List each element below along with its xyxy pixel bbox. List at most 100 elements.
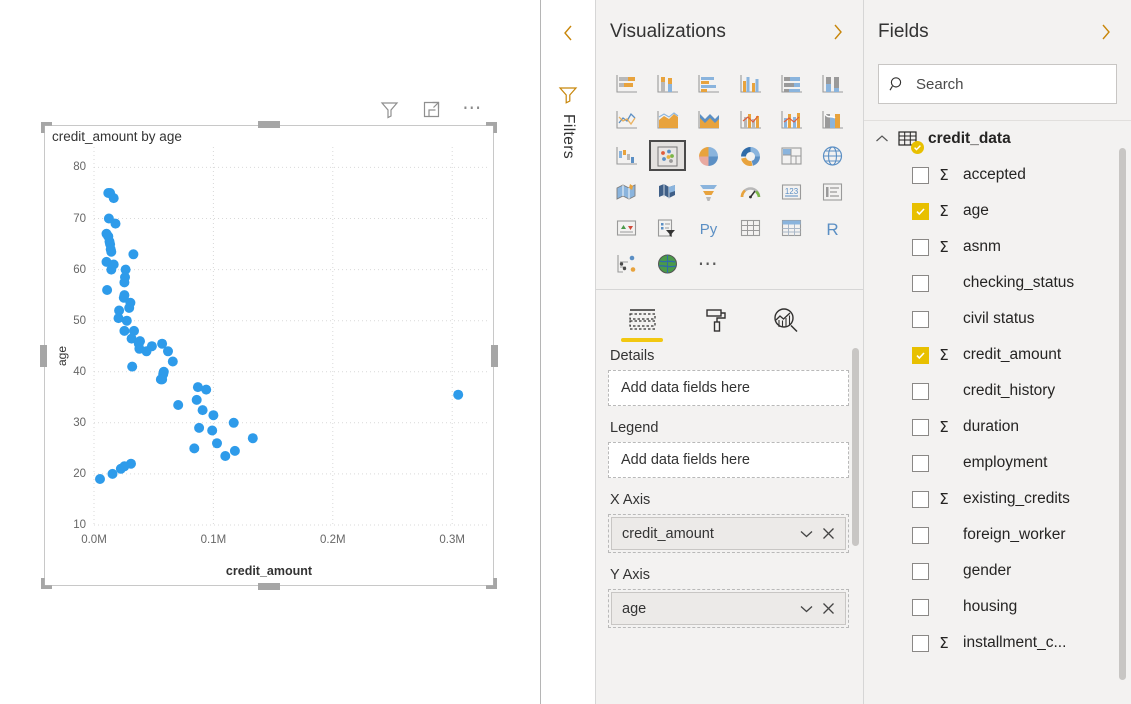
field-row-credit_history[interactable]: credit_history — [864, 373, 1131, 409]
fields-table-credit_data[interactable]: credit_data — [864, 121, 1131, 157]
r-script-visual-icon[interactable]: R — [814, 212, 851, 243]
field-checkbox[interactable] — [912, 562, 929, 580]
stacked-area-chart-icon[interactable] — [690, 104, 727, 135]
well-field-chip-age[interactable]: age — [611, 592, 846, 625]
resize-handle-left[interactable] — [40, 344, 47, 367]
field-row-duration[interactable]: Σduration — [864, 409, 1131, 445]
more-visuals-icon[interactable]: ⋯ — [690, 248, 727, 279]
gauge-chart-icon[interactable] — [732, 176, 769, 207]
more-options-icon[interactable]: ⋯ — [462, 98, 484, 120]
field-checkbox[interactable] — [912, 454, 929, 472]
well-tab-format[interactable] — [692, 305, 736, 342]
remove-field-icon[interactable] — [817, 598, 839, 620]
field-row-installment_c[interactable]: Σinstallment_c... — [864, 625, 1131, 661]
field-checkbox[interactable] — [912, 346, 929, 364]
chevron-right-icon[interactable] — [827, 21, 849, 43]
donut-chart-icon[interactable] — [732, 140, 769, 171]
visualizations-scrollbar[interactable] — [852, 348, 859, 546]
field-checkbox[interactable] — [912, 310, 929, 328]
chevron-down-icon[interactable] — [795, 598, 817, 620]
field-well-tabs[interactable] — [596, 290, 863, 342]
resize-handle-right[interactable] — [491, 344, 498, 367]
filter-icon[interactable] — [378, 98, 400, 120]
field-row-employment[interactable]: employment — [864, 445, 1131, 481]
field-checkbox[interactable] — [912, 418, 929, 436]
pie-chart-icon[interactable] — [690, 140, 727, 171]
remove-field-icon[interactable] — [817, 523, 839, 545]
field-row-foreign_worker[interactable]: foreign_worker — [864, 517, 1131, 553]
scatter-chart-icon[interactable] — [649, 140, 687, 171]
visual-type-gallery[interactable]: 123 Py R ⋯ — [596, 64, 863, 285]
field-checkbox[interactable] — [912, 166, 929, 184]
fields-scrollbar[interactable] — [1119, 148, 1126, 680]
python-visual-icon[interactable]: Py — [690, 212, 727, 243]
visualizations-pane[interactable]: Visualizations 123 Py R ⋯ Details Add data f… — [596, 0, 864, 704]
chevron-right-icon[interactable] — [1095, 21, 1117, 43]
field-checkbox[interactable] — [912, 526, 929, 544]
report-canvas[interactable]: ⋯ credit_amount by age 80 70 60 50 40 30 20 10 … — [0, 0, 540, 704]
treemap-icon[interactable] — [773, 140, 810, 171]
clustered-column-chart-icon[interactable] — [732, 68, 769, 99]
hundred-percent-stacked-column-chart-icon[interactable] — [814, 68, 851, 99]
field-row-credit_amount[interactable]: Σcredit_amount — [864, 337, 1131, 373]
well-dropzone-legend[interactable]: Add data fields here — [608, 442, 849, 478]
hundred-percent-stacked-bar-chart-icon[interactable] — [773, 68, 810, 99]
resize-handle-bottom[interactable] — [258, 583, 280, 590]
chevron-up-icon[interactable] — [874, 134, 890, 144]
field-checkbox[interactable] — [912, 274, 929, 292]
slicer-icon[interactable] — [649, 212, 686, 243]
area-chart-icon[interactable] — [649, 104, 686, 135]
arcgis-maps-icon[interactable] — [649, 248, 686, 279]
key-influencers-icon[interactable] — [608, 248, 645, 279]
table-icon[interactable] — [732, 212, 769, 243]
scatter-plot[interactable] — [44, 125, 494, 586]
card-icon[interactable]: 123 — [773, 176, 810, 207]
chevron-left-icon[interactable] — [555, 20, 581, 46]
clustered-bar-chart-icon[interactable] — [690, 68, 727, 99]
map-icon[interactable] — [814, 140, 851, 171]
field-checkbox[interactable] — [912, 634, 929, 652]
field-row-civilstatus[interactable]: civil status — [864, 301, 1131, 337]
filters-pane-collapsed[interactable]: Filters — [540, 0, 596, 704]
field-row-gender[interactable]: gender — [864, 553, 1131, 589]
filled-map-icon[interactable] — [608, 176, 645, 207]
waterfall-chart-icon[interactable] — [608, 140, 645, 171]
well-tab-analytics[interactable] — [764, 305, 808, 342]
stacked-column-chart-icon[interactable] — [649, 68, 686, 99]
ribbon-chart-icon[interactable] — [814, 104, 851, 135]
field-row-asnm[interactable]: Σasnm — [864, 229, 1131, 265]
scatter-visual-container[interactable]: credit_amount by age 80 70 60 50 40 30 20 10 0.… — [40, 121, 498, 590]
well-dropzone-x-axis[interactable]: credit_amount — [608, 514, 849, 553]
shape-map-icon[interactable] — [649, 176, 686, 207]
field-row-existing_credits[interactable]: Σexisting_credits — [864, 481, 1131, 517]
chevron-down-icon[interactable] — [795, 523, 817, 545]
field-wells[interactable]: Details Add data fields here Legend Add dat… — [596, 348, 863, 704]
line-clustered-column-chart-icon[interactable] — [773, 104, 810, 135]
well-dropzone-details[interactable]: Add data fields here — [608, 370, 849, 406]
fields-list[interactable]: Σaccepted Σage Σasnm checking_status civil s… — [864, 157, 1131, 661]
stacked-bar-chart-icon[interactable] — [608, 68, 645, 99]
well-dropzone-y-axis[interactable]: age — [608, 589, 849, 628]
fields-pane[interactable]: Fields Search credit_data Σ accepted Σ a… — [864, 0, 1131, 704]
matrix-icon[interactable] — [773, 212, 810, 243]
search-input[interactable]: Search — [878, 64, 1117, 104]
field-label: asnm — [963, 238, 1001, 255]
field-checkbox[interactable] — [912, 202, 929, 220]
field-checkbox[interactable] — [912, 382, 929, 400]
resize-handle-top[interactable] — [258, 121, 280, 128]
focus-mode-icon[interactable] — [420, 98, 442, 120]
field-checkbox[interactable] — [912, 238, 929, 256]
multi-row-card-icon[interactable] — [814, 176, 851, 207]
field-row-accepted[interactable]: Σaccepted — [864, 157, 1131, 193]
well-field-chip-credit_amount[interactable]: credit_amount — [611, 517, 846, 550]
line-stacked-column-chart-icon[interactable] — [732, 104, 769, 135]
line-chart-icon[interactable] — [608, 104, 645, 135]
field-row-housing[interactable]: housing — [864, 589, 1131, 625]
kpi-icon[interactable] — [608, 212, 645, 243]
field-checkbox[interactable] — [912, 490, 929, 508]
field-row-age[interactable]: Σage — [864, 193, 1131, 229]
funnel-chart-icon[interactable] — [690, 176, 727, 207]
field-row-checking_status[interactable]: checking_status — [864, 265, 1131, 301]
field-checkbox[interactable] — [912, 598, 929, 616]
well-tab-fields[interactable] — [620, 305, 664, 342]
